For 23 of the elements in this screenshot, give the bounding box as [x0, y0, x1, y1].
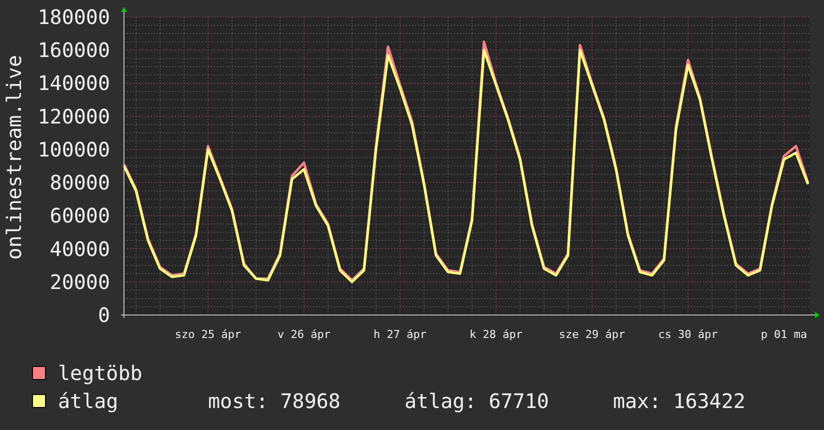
stat-value: max: 163422 [612, 388, 746, 414]
y-tick-label: 160000 [38, 38, 110, 62]
x-tick-label: cs 30 ápr [658, 328, 718, 341]
x-tick-label: h 27 ápr [374, 328, 426, 341]
y-tick-label: 60000 [50, 204, 110, 228]
y-tick-label: 20000 [50, 270, 110, 294]
legend-label: átlag [58, 388, 120, 414]
y-tick-label: 120000 [38, 104, 110, 128]
x-tick-label: p 01 ma [760, 328, 808, 341]
y-tick-label: 180000 [38, 5, 110, 29]
y-tick-label: 0 [98, 303, 110, 327]
y-tick-label: 80000 [50, 170, 110, 195]
x-tick-label: v 26 ápr [278, 328, 330, 341]
stat-value: most: 78968 [208, 388, 340, 414]
stat-value: átlag: 67710 [404, 388, 549, 414]
y-tick-label: 100000 [38, 137, 110, 162]
y-tick-label: 40000 [50, 236, 110, 261]
x-tick-label: szo 25 ápr [174, 328, 242, 341]
y-axis-title: onlinestream.live [2, 55, 26, 260]
y-tick-label: 140000 [38, 71, 110, 96]
legend-label: legtöbb [58, 360, 144, 386]
x-tick-label: k 28 ápr [470, 328, 522, 341]
x-tick-label: sze 29 ápr [558, 328, 626, 341]
